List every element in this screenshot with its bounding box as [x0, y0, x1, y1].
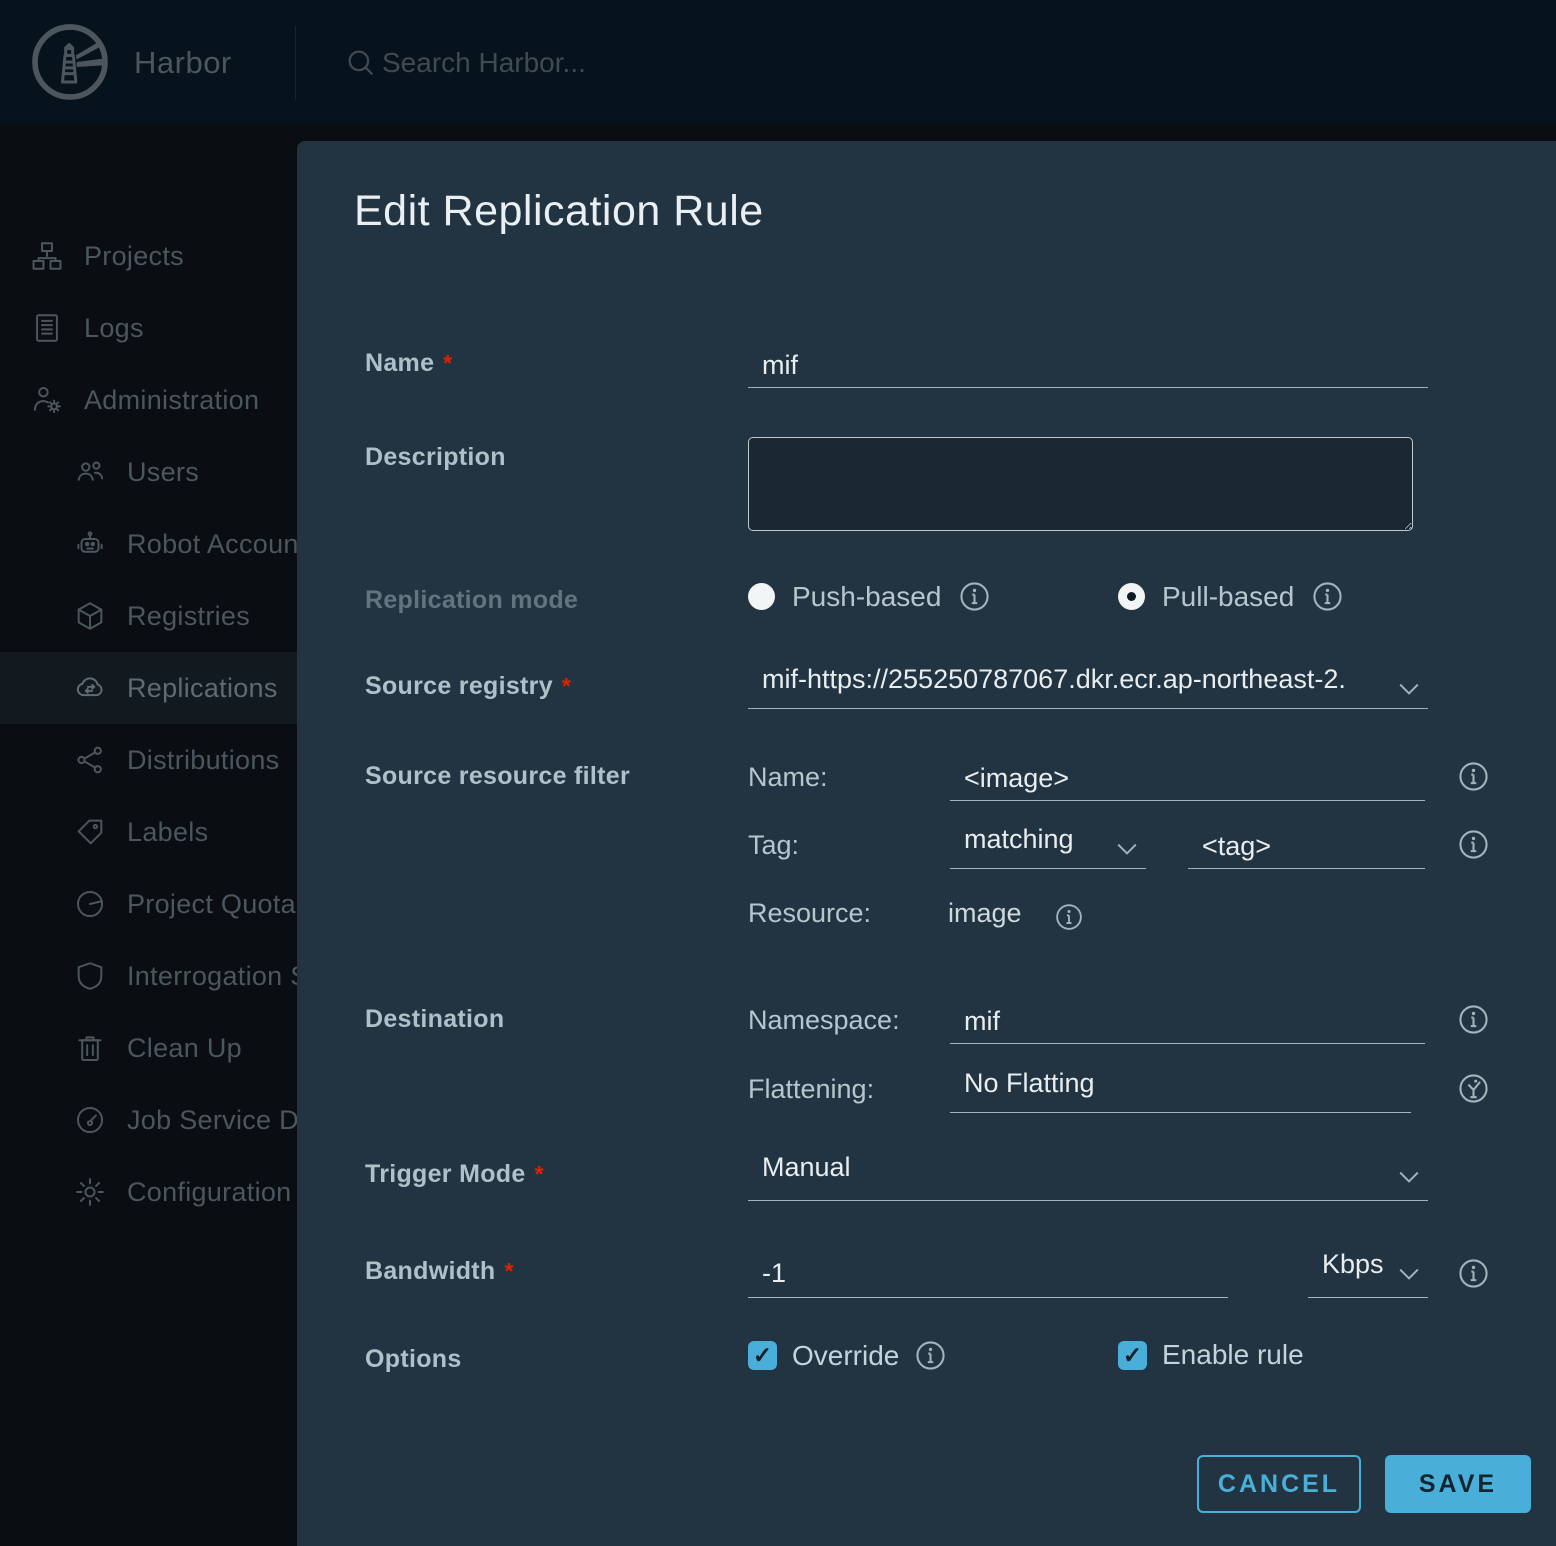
replication-mode-row: Replication mode Push-based Pull-based — [297, 578, 1556, 624]
filter-name-row: Source resource filter Name: — [297, 756, 1556, 804]
filter-name-info-icon[interactable] — [1457, 760, 1490, 793]
filter-tag-label: Tag: — [748, 830, 799, 861]
filter-resource-info-icon[interactable] — [1054, 902, 1084, 932]
trigger-mode-select[interactable]: Manual — [748, 1152, 1428, 1201]
source-registry-row: Source registry* mif-https://25525078706… — [297, 664, 1556, 714]
filter-tag-input[interactable] — [1188, 824, 1425, 869]
trigger-mode-row: Trigger Mode* Manual — [297, 1152, 1556, 1204]
name-row: Name* — [297, 343, 1556, 393]
namespace-input[interactable] — [950, 999, 1425, 1044]
cube-icon — [73, 599, 107, 633]
bandwidth-info-icon[interactable] — [1457, 1257, 1490, 1290]
filter-name-input[interactable] — [950, 756, 1425, 801]
source-resource-filter-label: Source resource filter — [365, 762, 630, 791]
gear-icon — [73, 1175, 107, 1209]
filter-name-label: Name: — [748, 762, 828, 793]
pull-based-info-icon[interactable] — [1311, 580, 1344, 613]
push-based-info-icon[interactable] — [958, 580, 991, 613]
trigger-mode-label: Trigger Mode* — [365, 1160, 544, 1189]
bandwidth-unit-select[interactable]: Kbps — [1308, 1249, 1428, 1298]
enable-rule-option[interactable]: ✓ Enable rule — [1118, 1339, 1304, 1371]
description-label: Description — [365, 443, 506, 472]
modal-title: Edit Replication Rule — [354, 187, 764, 236]
screen: Harbor Search Harbor... Projects Logs Ad… — [0, 0, 1556, 1546]
users-icon — [73, 455, 107, 489]
destination-namespace-row: Destination Namespace: — [297, 999, 1556, 1047]
search-placeholder: Search Harbor... — [382, 47, 586, 79]
chevron-down-icon — [1398, 1160, 1420, 1191]
shield-icon — [73, 959, 107, 993]
description-textarea[interactable] — [748, 437, 1413, 531]
org-chart-icon — [30, 239, 64, 273]
search-icon — [344, 46, 378, 80]
share-icon — [73, 743, 107, 777]
chevron-down-icon — [1398, 672, 1420, 703]
harbor-logo-icon — [30, 22, 110, 102]
pull-based-radio[interactable] — [1118, 583, 1145, 610]
bandwidth-row: Bandwidth* Kbps — [297, 1249, 1556, 1301]
push-based-option[interactable]: Push-based — [748, 580, 991, 613]
tag-match-select[interactable]: matching — [950, 824, 1146, 869]
brand-title: Harbor — [134, 0, 232, 125]
trash-icon — [73, 1031, 107, 1065]
global-search-input[interactable]: Search Harbor... — [344, 0, 586, 125]
name-input[interactable] — [748, 343, 1428, 388]
logs-icon — [30, 311, 64, 345]
header-divider — [295, 26, 296, 100]
filter-resource-label: Resource: — [748, 898, 871, 929]
namespace-info-icon[interactable] — [1457, 1003, 1490, 1036]
push-based-radio[interactable] — [748, 583, 775, 610]
options-label: Options — [365, 1345, 462, 1374]
name-label: Name* — [365, 349, 453, 378]
source-registry-select[interactable]: mif-https://255250787067.dkr.ecr.ap-nort… — [748, 664, 1428, 709]
replication-mode-label: Replication mode — [365, 586, 578, 615]
cancel-button[interactable]: CANCEL — [1197, 1455, 1361, 1513]
enable-rule-checkbox[interactable]: ✓ — [1118, 1341, 1147, 1370]
admin-gear-icon — [30, 383, 64, 417]
pie-chart-icon — [73, 887, 107, 921]
override-checkbox[interactable]: ✓ — [748, 1341, 777, 1370]
tag-icon — [73, 815, 107, 849]
flattening-label: Flattening: — [748, 1074, 874, 1105]
flattening-info-icon[interactable] — [1457, 1072, 1490, 1105]
pull-based-option[interactable]: Pull-based — [1118, 580, 1344, 613]
filter-tag-info-icon[interactable] — [1457, 828, 1490, 861]
app-header: Harbor Search Harbor... — [0, 0, 1556, 125]
bandwidth-label: Bandwidth* — [365, 1257, 514, 1286]
save-button[interactable]: SAVE — [1385, 1455, 1531, 1513]
filter-resource-row: Resource: image — [297, 892, 1556, 940]
destination-label: Destination — [365, 1005, 504, 1034]
chevron-down-icon — [1116, 832, 1138, 863]
filter-resource-value: image — [948, 898, 1022, 929]
filter-tag-row: Tag: matching — [297, 824, 1556, 872]
override-option[interactable]: ✓ Override — [748, 1339, 947, 1372]
replication-cloud-icon — [73, 671, 107, 705]
bandwidth-input[interactable] — [748, 1249, 1228, 1298]
gauge-icon — [73, 1103, 107, 1137]
options-row: Options ✓ Override ✓ Enable rule — [297, 1339, 1556, 1387]
source-registry-label: Source registry* — [365, 672, 571, 701]
namespace-label: Namespace: — [748, 1005, 900, 1036]
destination-flattening-row: Flattening: No Flatting — [297, 1068, 1556, 1116]
robot-icon — [73, 527, 107, 561]
description-row: Description — [297, 437, 1556, 537]
chevron-down-icon — [1398, 1257, 1420, 1288]
edit-replication-rule-modal: Edit Replication Rule Name* Description … — [297, 141, 1556, 1546]
override-info-icon[interactable] — [914, 1339, 947, 1372]
flattening-select[interactable]: No Flatting — [950, 1068, 1411, 1113]
